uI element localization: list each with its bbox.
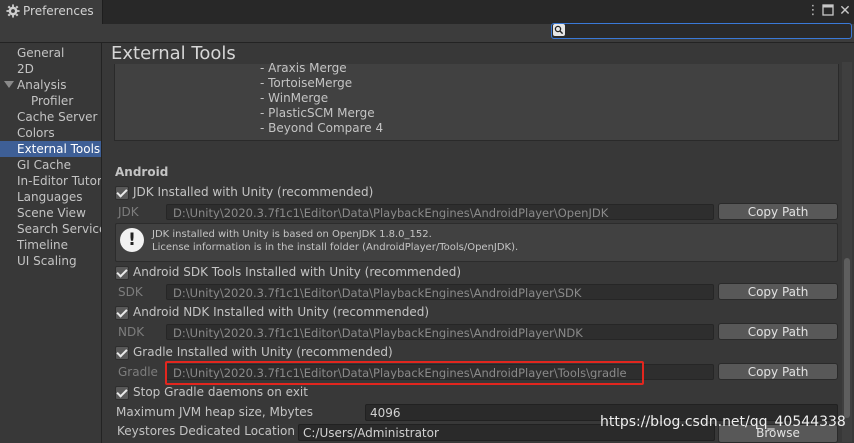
- info-icon: !: [120, 228, 144, 252]
- more-vert-icon[interactable]: ⋮: [806, 3, 820, 19]
- ndk-label: NDK: [118, 325, 145, 339]
- expand-arrow-icon[interactable]: [4, 81, 14, 88]
- maximize-icon[interactable]: [822, 4, 834, 16]
- title-bar: [0, 0, 854, 24]
- info-line-1: JDK installed with Unity is based on Ope…: [152, 229, 432, 240]
- sidebar-item-external-tools[interactable]: External Tools: [0, 141, 101, 157]
- sidebar-item-analysis[interactable]: Analysis: [17, 77, 66, 93]
- search-icon: [553, 24, 565, 36]
- sidebar-item-languages[interactable]: Languages: [17, 189, 82, 205]
- merge-tool-item: - PlasticSCM Merge: [260, 106, 375, 120]
- sidebar-item-colors[interactable]: Colors: [17, 125, 55, 141]
- ndk-checkbox-label: Android NDK Installed with Unity (recomm…: [133, 305, 430, 319]
- merge-tool-item: - WinMerge: [260, 91, 329, 105]
- android-heading: Android: [115, 165, 169, 179]
- watermark-text: https://blog.csdn.net/qq_40544338: [600, 414, 846, 430]
- stop-gradle-checkbox-label: Stop Gradle daemons on exit: [133, 385, 308, 399]
- gradle-label: Gradle: [118, 365, 158, 379]
- scrollbar-thumb[interactable]: [844, 258, 850, 418]
- keystores-label: Keystores Dedicated Location: [117, 424, 295, 438]
- close-icon[interactable]: ✕: [838, 2, 852, 20]
- sidebar-item-2d[interactable]: 2D: [17, 61, 34, 77]
- gear-icon: [6, 4, 20, 18]
- jvm-heap-label: Maximum JVM heap size, Mbytes: [116, 405, 313, 419]
- merge-tool-item: - TortoiseMerge: [260, 76, 353, 90]
- sdk-checkbox[interactable]: [115, 266, 129, 280]
- sidebar-item-timeline[interactable]: Timeline: [17, 237, 68, 253]
- gradle-checkbox-label: Gradle Installed with Unity (recommended…: [133, 345, 393, 359]
- page-title: External Tools: [111, 43, 236, 64]
- sdk-checkbox-label: Android SDK Tools Installed with Unity (…: [133, 265, 462, 279]
- search-input[interactable]: [568, 23, 848, 37]
- ndk-checkbox[interactable]: [115, 306, 129, 320]
- ndk-path-field: D:\Unity\2020.3.7f1c1\Editor\Data\Playba…: [166, 324, 714, 340]
- gradle-copy-path-button[interactable]: Copy Path: [718, 363, 838, 380]
- merge-tools-box: [114, 64, 839, 141]
- stop-gradle-checkbox[interactable]: [115, 386, 129, 400]
- jdk-path-field: D:\Unity\2020.3.7f1c1\Editor\Data\Playba…: [166, 204, 714, 220]
- sidebar-item-scene-view[interactable]: Scene View: [17, 205, 86, 221]
- jdk-copy-path-button[interactable]: Copy Path: [718, 203, 838, 220]
- merge-tool-item: - Araxis Merge: [260, 61, 347, 75]
- sidebar-item-in-editor-tutorials[interactable]: In-Editor Tutor: [17, 173, 101, 189]
- sidebar-item-gi-cache[interactable]: GI Cache: [17, 157, 71, 173]
- sdk-copy-path-button[interactable]: Copy Path: [718, 283, 838, 300]
- info-line-2: License information is in the install fo…: [152, 242, 519, 253]
- sidebar-item-ui-scaling[interactable]: UI Scaling: [17, 253, 77, 269]
- sidebar: General 2D Analysis Profiler Cache Serve…: [0, 43, 102, 443]
- sdk-label: SDK: [118, 285, 143, 299]
- sidebar-item-search-service[interactable]: Search Service: [17, 221, 101, 237]
- sidebar-item-general[interactable]: General: [17, 45, 64, 61]
- window-title: Preferences: [23, 4, 94, 18]
- gradle-checkbox[interactable]: [115, 346, 129, 360]
- ndk-copy-path-button[interactable]: Copy Path: [718, 323, 838, 340]
- sidebar-item-profiler[interactable]: Profiler: [31, 93, 73, 109]
- jdk-checkbox[interactable]: [115, 186, 129, 200]
- jdk-checkbox-label: JDK Installed with Unity (recommended): [133, 185, 374, 199]
- jdk-label: JDK: [118, 205, 139, 219]
- sdk-path-field: D:\Unity\2020.3.7f1c1\Editor\Data\Playba…: [166, 284, 714, 300]
- merge-tool-item: - Beyond Compare 4: [260, 121, 384, 135]
- highlight-box: [165, 361, 644, 385]
- sidebar-item-cache-server[interactable]: Cache Server (: [17, 109, 101, 125]
